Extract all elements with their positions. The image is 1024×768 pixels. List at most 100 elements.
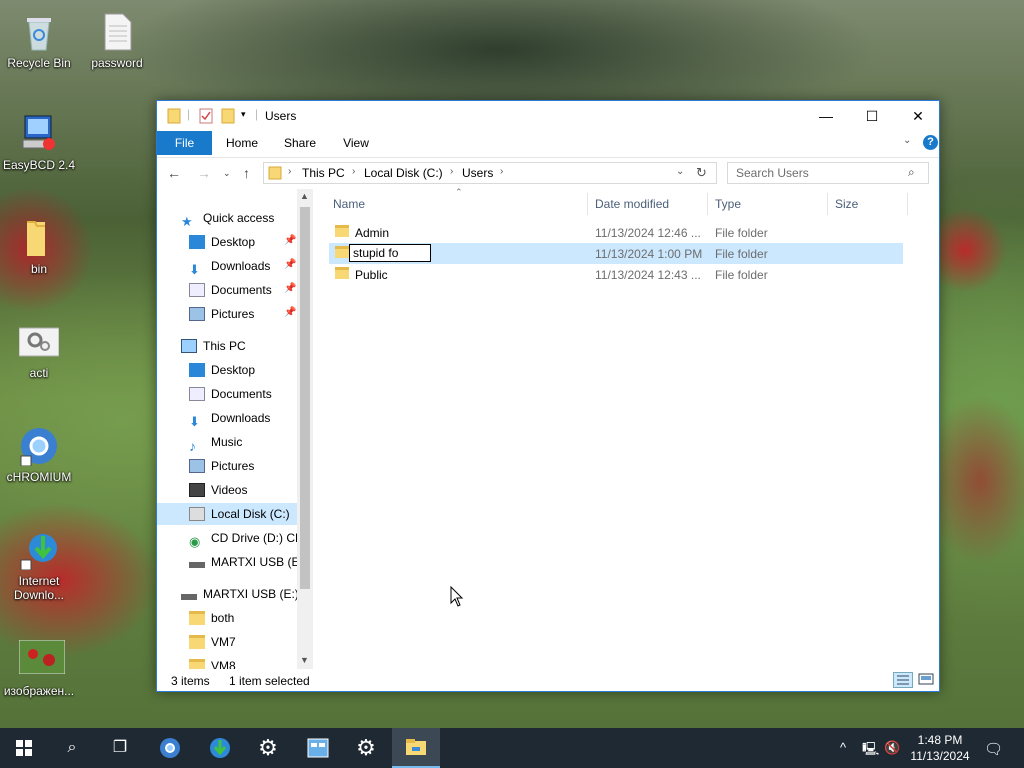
nav-pc-documents[interactable]: Documents [189,383,272,405]
forward-button[interactable]: → [197,165,211,181]
search-input[interactable] [728,163,898,183]
breadcrumb-this-pc[interactable]: This PC [302,166,345,180]
volume-muted-icon[interactable]: 🔇 [884,740,900,756]
desktop-icon-acti[interactable]: acti [1,322,77,380]
breadcrumb-users[interactable]: Users [462,166,493,180]
network-icon[interactable]: 🖳 [862,740,879,762]
task-view-button[interactable]: ❐ [96,728,144,768]
tab-home[interactable]: Home [215,131,269,155]
scroll-down-icon[interactable]: ▼ [300,655,309,665]
usb-drive-icon [189,561,205,568]
column-header-name[interactable]: Name [333,197,365,211]
nav-quick-access[interactable]: ★ Quick access [181,207,274,229]
nav-usb-vm8[interactable]: VM8 [189,655,236,669]
breadcrumb-separator: › [352,166,356,177]
tab-view[interactable]: View [329,131,383,155]
start-button[interactable] [0,728,48,768]
nav-pc-downloads[interactable]: ⬇ Downloads [189,407,270,429]
folder-icon [19,218,59,258]
column-header-size[interactable]: Size [835,197,858,211]
taskbar-settings[interactable]: ⚙ [342,728,390,768]
customize-quick-access-icon[interactable]: ▾ [241,109,246,120]
nav-usb[interactable]: MARTXI USB (E:) [181,583,299,605]
breadcrumb-local-disk[interactable]: Local Disk (C:) [364,166,443,180]
nav-quick-pictures[interactable]: Pictures [189,303,254,325]
desktop-icon-easybcd[interactable]: EasyBCD 2.4 [1,114,77,172]
navigation-pane[interactable]: ★ Quick access Desktop 📌 ⬇ Downloads 📌 Doc… [157,189,313,669]
documents-icon [189,282,205,297]
navigation-scrollbar[interactable]: ▲ ▼ [297,189,313,671]
taskbar-app[interactable] [294,728,342,768]
large-icons-view-button[interactable] [917,672,937,688]
maximize-button[interactable]: ☐ [849,101,895,131]
search-icon[interactable]: ⌕ [908,165,915,180]
help-icon[interactable]: ? [923,135,938,150]
folder-icon [189,634,205,649]
new-folder-icon[interactable] [221,108,235,127]
recent-locations-icon[interactable]: ⌄ [223,168,231,179]
desktop-icon-idm[interactable]: Internet Downlo... [1,530,77,602]
taskbar-file-explorer[interactable] [392,728,440,768]
tab-file[interactable]: File [157,131,212,155]
taskbar-idm[interactable] [196,728,244,768]
videos-icon [189,482,205,497]
nav-quick-downloads[interactable]: ⬇ Downloads [189,255,270,277]
file-explorer-window[interactable]: | ▾ | Users — ☐ ✕ File Home Share View ⌄… [156,100,940,692]
expand-ribbon-icon[interactable]: ⌄ [903,135,911,146]
nav-quick-documents[interactable]: Documents [189,279,272,301]
scroll-up-icon[interactable]: ▲ [300,191,309,201]
minimize-button[interactable]: — [803,101,849,131]
file-type: File folder [715,247,768,261]
tab-share[interactable]: Share [273,131,327,155]
table-row[interactable]: 11/13/2024 1:00 PM File folder [329,243,903,264]
taskbar-chromium[interactable] [146,728,194,768]
clock-time: 1:48 PM [917,733,963,747]
folder-icon [268,166,282,183]
taskbar-settings-tool[interactable]: ⚙ [244,728,292,768]
nav-quick-desktop[interactable]: Desktop [189,231,297,253]
refresh-icon[interactable]: ↻ [696,165,707,181]
nav-pc-usb[interactable]: MARTXI USB (E:) [189,551,307,573]
title-bar[interactable]: | ▾ | Users — ☐ ✕ [157,101,939,131]
properties-icon[interactable] [199,108,213,127]
address-dropdown-icon[interactable]: ⌄ [676,166,684,177]
column-header-date[interactable]: Date modified [595,197,669,211]
nav-usb-both[interactable]: both [189,607,234,629]
nav-pc-cd-drive[interactable]: ◉ CD Drive (D:) CE [189,527,303,549]
nav-pc-music[interactable]: ♪ Music [189,431,242,454]
nav-pc-pictures[interactable]: Pictures [189,455,254,477]
nav-pc-videos[interactable]: Videos [189,479,247,501]
file-date: 11/13/2024 12:46 ... [595,226,701,240]
nav-usb-vm7[interactable]: VM7 [189,631,236,653]
close-button[interactable]: ✕ [895,101,941,131]
nav-this-pc[interactable]: This PC [181,335,246,357]
pictures-icon [189,458,205,473]
search-box[interactable]: ⌕ [727,162,929,184]
desktop-icon-image[interactable]: изображен... [1,639,77,698]
desktop-icon-bin[interactable]: bin [1,218,77,276]
details-view-button[interactable] [893,672,913,688]
scrollbar-thumb[interactable] [300,207,310,589]
file-explorer-icon [406,739,426,755]
rename-input[interactable] [349,244,431,262]
notifications-icon[interactable]: 🗨 [984,740,1003,758]
search-button[interactable]: ⌕ [48,728,96,768]
window-title: Users [265,109,297,123]
nav-pc-desktop[interactable]: Desktop [189,359,255,381]
desktop-icon-recycle-bin[interactable]: Recycle Bin [1,12,77,70]
show-hidden-icons-icon[interactable]: ^ [840,740,846,755]
file-list[interactable]: ⌃ Name Date modified Type Size Admin 11/… [315,187,939,669]
up-button[interactable]: ↑ [243,165,250,181]
column-divider [707,193,708,215]
nav-pc-local-disk[interactable]: Local Disk (C:) [157,503,297,525]
table-row[interactable]: Admin 11/13/2024 12:46 ... File folder [329,222,903,243]
desktop-icon-chromium[interactable]: cHROMIUM [1,426,77,484]
desktop-icon-password[interactable]: password [79,12,155,70]
address-bar[interactable]: › This PC › Local Disk (C:) › Users › ⌄ … [263,162,717,184]
clock[interactable]: 1:48 PM 11/13/2024 [904,732,976,764]
column-header-type[interactable]: Type [715,197,741,211]
table-row[interactable]: Public 11/13/2024 12:43 ... File folder [329,264,903,285]
file-name: Public [355,268,388,282]
internet-download-manager-icon [210,738,230,758]
back-button[interactable]: ← [167,165,181,181]
